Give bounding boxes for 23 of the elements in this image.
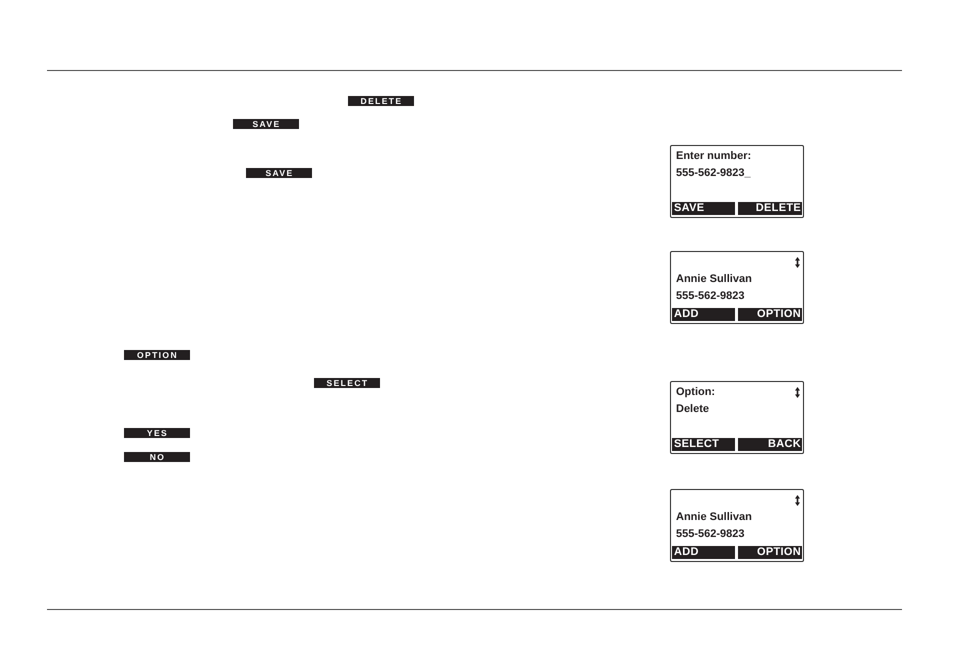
soft-key-label: YES: [124, 428, 190, 438]
soft-key-label: SAVE: [246, 168, 312, 178]
soft-key-label: SAVE: [672, 202, 735, 215]
screen-text: 555-562-9823: [676, 290, 745, 303]
soft-key-label: BACK: [738, 438, 802, 451]
screen-text: Annie Sullivan: [676, 511, 752, 524]
soft-key-label: OPTION: [738, 546, 802, 559]
soft-key-label: NO: [124, 452, 190, 462]
screen-text: 555-562-9823: [676, 528, 745, 541]
soft-key-label: ADD: [672, 546, 735, 559]
soft-key-label: SELECT: [672, 438, 735, 451]
soft-key-label: DELETE: [738, 202, 802, 215]
screen-text: Delete: [676, 403, 710, 416]
soft-key-label: SELECT: [314, 378, 380, 388]
soft-key-label: OPTION: [124, 350, 190, 360]
soft-key-label: OPTION: [738, 308, 802, 321]
screen-title: Enter number:: [676, 150, 752, 163]
soft-key-label: ADD: [672, 308, 735, 321]
screen-text: Annie Sullivan: [676, 273, 752, 286]
screen-title: Option:: [676, 386, 716, 399]
soft-key-label: DELETE: [348, 96, 414, 106]
soft-key-label: SAVE: [233, 119, 299, 129]
screen-text: 555-562-9823_: [676, 167, 751, 180]
